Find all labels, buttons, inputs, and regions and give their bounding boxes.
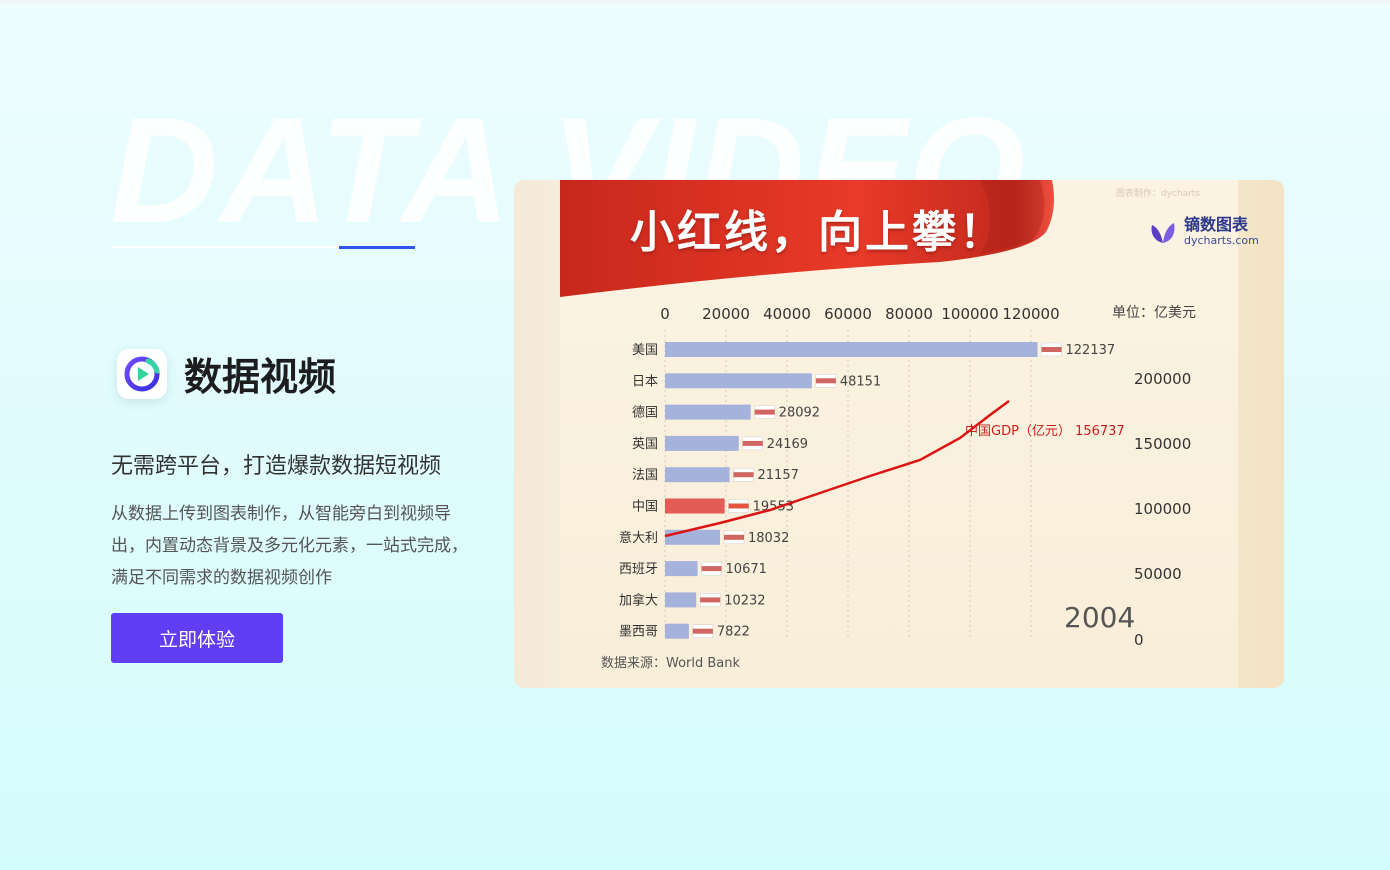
- flag-stripe: [723, 534, 744, 540]
- x-tick-label: 80000: [885, 305, 933, 323]
- bar-category-label: 英国: [632, 437, 658, 452]
- bar-value-label: 18032: [748, 531, 789, 546]
- try-now-button[interactable]: 立即体验: [111, 613, 283, 663]
- bar-7: [665, 561, 698, 577]
- bar-category-label: 中国: [632, 500, 658, 515]
- bar-8: [665, 592, 697, 608]
- y-tick-label: 0: [1134, 631, 1144, 649]
- bar-value-label: 122137: [1066, 343, 1116, 358]
- hero-underline-accent: [339, 246, 415, 249]
- flag-stripe: [728, 503, 749, 509]
- bar-5: [665, 498, 725, 514]
- bar-category-label: 加拿大: [619, 592, 658, 608]
- y-tick-label: 200000: [1134, 370, 1191, 388]
- y-tick-label: 100000: [1134, 500, 1191, 518]
- flag-stripe: [1041, 347, 1062, 352]
- bar-category-label: 法国: [632, 468, 658, 483]
- y-tick-label: 50000: [1134, 565, 1182, 583]
- product-description: 从数据上传到图表制作，从智能旁白到视频导出，内置动态背景及多元化元素，一站式完成…: [111, 504, 468, 588]
- flag-stripe: [815, 378, 836, 384]
- y-tick-label: 150000: [1134, 435, 1191, 453]
- bar-category-label: 意大利: [619, 530, 658, 546]
- year-label: 2004: [1064, 601, 1135, 634]
- bar-0: [665, 342, 1038, 357]
- flag-stripe: [700, 597, 721, 603]
- bar-value-label: 10671: [726, 562, 767, 577]
- x-tick-label: 120000: [1002, 305, 1059, 323]
- video-preview-card: 小红线，向上攀！ 图表制作：dycharts 镝数图表 dycharts.com…: [514, 180, 1284, 688]
- bar-category-label: 美国: [632, 343, 658, 358]
- line-series-label: 中国GDP（亿元） 156737: [965, 424, 1125, 439]
- flag-stripe: [742, 440, 763, 446]
- bar-9: [665, 623, 689, 639]
- x-tick-label: 100000: [941, 305, 998, 323]
- x-tick-label: 0: [660, 305, 670, 323]
- unit-label: 单位：亿美元: [1112, 305, 1196, 321]
- bar-value-label: 24169: [767, 437, 808, 452]
- play-circle-icon: [124, 356, 160, 392]
- bar-4: [665, 467, 730, 483]
- preview-canvas: 小红线，向上攀！ 图表制作：dycharts 镝数图表 dycharts.com…: [560, 180, 1259, 688]
- bar-category-label: 西班牙: [619, 562, 658, 577]
- gdp-bar-chart: 0 20000 40000 60000 80000 100000 120000 050000…: [601, 305, 1196, 671]
- top-divider: [0, 0, 1390, 6]
- data-source: 数据来源：World Bank: [601, 656, 741, 671]
- x-tick-label: 20000: [702, 305, 750, 323]
- x-tick-label: 40000: [763, 305, 811, 323]
- bar-3: [665, 435, 739, 451]
- flag-stripe: [733, 472, 754, 478]
- flag-stripe: [701, 566, 722, 572]
- bar-category-label: 墨西哥: [619, 625, 658, 640]
- bar-6: [665, 529, 720, 545]
- bar-value-label: 28092: [779, 406, 820, 421]
- bar-2: [665, 404, 751, 420]
- flag-stripe: [754, 409, 775, 415]
- bar-1: [665, 373, 812, 389]
- product-logo: [117, 349, 167, 399]
- bar-category-label: 日本: [632, 374, 658, 389]
- bar-value-label: 10232: [724, 593, 765, 608]
- bar-value-label: 7822: [717, 625, 750, 640]
- flag-stripe: [692, 628, 713, 634]
- x-tick-label: 60000: [824, 305, 872, 323]
- bar-value-label: 21157: [758, 468, 799, 483]
- product-subtitle: 无需跨平台，打造爆款数据短视频: [111, 454, 442, 479]
- hero-underline-light: [112, 246, 340, 248]
- product-title: 数据视频: [184, 355, 337, 399]
- bar-category-label: 德国: [632, 406, 658, 421]
- bar-value-label: 48151: [840, 374, 881, 389]
